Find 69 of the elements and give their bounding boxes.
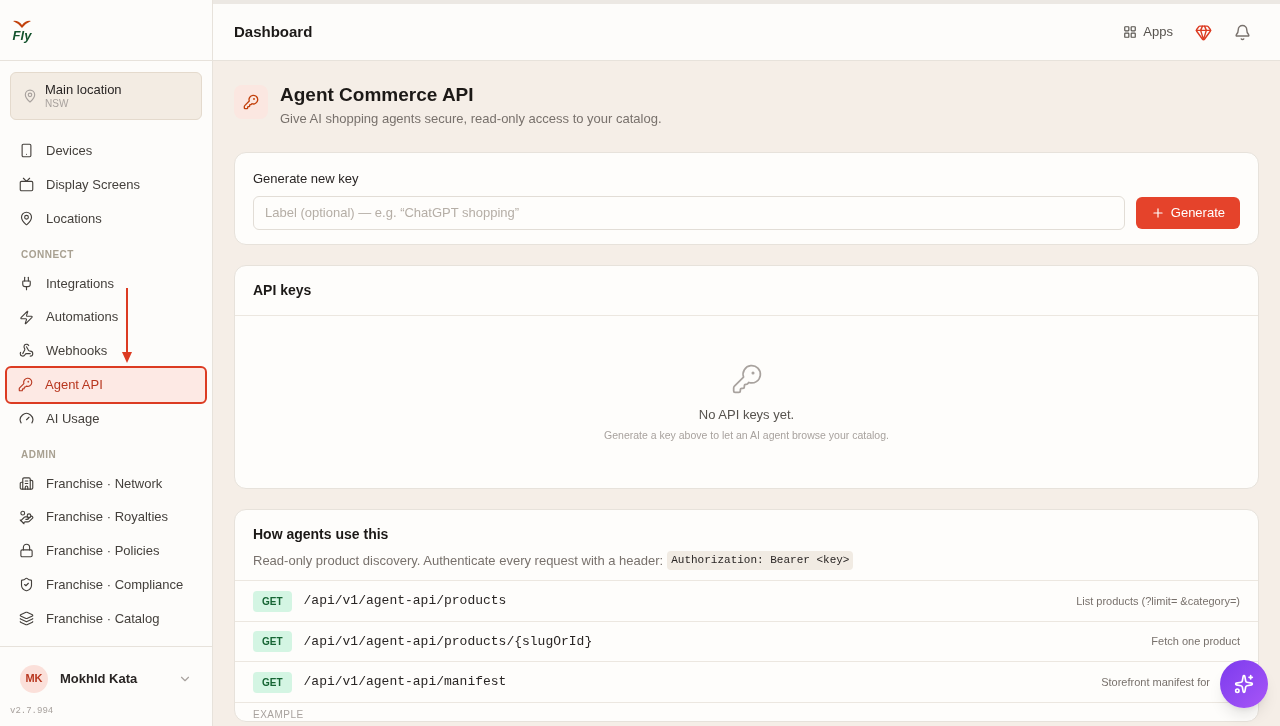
empty-hint: Generate a key above to let an AI agent browse your catalog. [604,428,889,444]
apps-button[interactable]: Apps [1123,22,1173,42]
usage-description: Read-only product discovery. Authenticate every request with a header: [253,551,664,570]
key-icon [234,85,268,119]
lock-icon [19,543,34,559]
endpoint-description: Storefront manifest for [1101,674,1210,690]
building-icon [19,475,34,491]
gem-button[interactable] [1195,23,1212,41]
location-region: NSW [45,97,70,111]
nav-item[interactable]: Franchise · Network [8,466,204,501]
plus-icon [1150,205,1165,220]
card-title: API keys [235,265,1258,316]
page-title: Agent Commerce API [280,83,475,107]
lightning-icon [19,309,34,325]
nav-item[interactable]: Franchise · Royalties [8,500,204,534]
method-badge: GET [253,671,292,693]
location-selector[interactable]: Main location NSW [10,72,202,120]
logo-text: Fly [12,28,32,42]
label-input[interactable]: Label (optional) — e.g. “ChatGPT shopping” [253,195,1125,230]
plug-icon [19,275,34,291]
hand-coins-icon [19,509,34,525]
page-heading: Dashboard [234,21,314,42]
user-menu[interactable]: MK Mokhld Kata [20,664,192,693]
key-icon [18,377,33,393]
page-subtitle: Give AI shopping agents secure, read-only access to your catalog. [280,109,662,128]
endpoint-description: Fetch one product [1151,634,1240,650]
nav-item[interactable]: Display Screens [8,167,204,202]
endpoint-path: /api/v1/agent-api/products [303,592,508,611]
key-icon [730,362,763,395]
map-pin-icon [23,89,37,103]
nav-item[interactable]: Agent API [7,367,205,402]
gauge-icon [19,410,34,426]
nav-item[interactable]: Locations [8,201,204,236]
sparkle-icon [1234,674,1254,694]
section-heading: ADMIN [20,447,58,462]
section-label: EXAMPLE [252,707,305,721]
nav-item[interactable]: Franchise · Compliance [8,567,204,602]
location-name: Main location [45,81,122,98]
nav-item[interactable]: AI Usage [8,401,204,436]
layers-icon [19,610,34,626]
nav-item[interactable]: Webhooks [8,334,204,368]
method-badge: GET [253,631,292,652]
user-name: Mokhld Kata [60,669,139,688]
endpoint-description: List products (?limit= &category=) [1076,593,1240,609]
generate-button[interactable]: Generate [1135,196,1240,229]
endpoint-path: /api/v1/agent-api/manifest [303,673,508,692]
card-title: How agents use this [253,524,390,544]
webhook-icon [19,343,34,359]
nav-item[interactable]: Integrations [8,266,204,301]
nav-item[interactable]: Franchise · Policies [8,533,204,568]
phone-icon [19,143,34,159]
tv-icon [19,177,34,193]
map-pin-icon [19,211,34,226]
notifications-button[interactable] [1234,23,1251,41]
nav-item[interactable]: Devices [8,134,204,168]
endpoint-path: /api/v1/agent-api/products/{slugOrId} [303,632,594,651]
nav-item[interactable]: Franchise · Catalog [8,601,204,636]
version-label: v2.7.994 [10,704,55,718]
method-badge: GET [253,590,292,612]
nav-item[interactable]: Automations [8,300,204,334]
empty-title: No API keys yet. [698,405,795,424]
bird-icon [12,18,32,29]
header-code: Authorization: Bearer <key> [667,551,854,570]
grid-icon [1123,25,1138,39]
field-label: Generate new key [253,170,360,189]
shield-icon [19,577,34,593]
logo[interactable]: Fly [12,18,32,42]
avatar: MK [20,664,48,693]
section-heading: CONNECT [20,247,75,262]
